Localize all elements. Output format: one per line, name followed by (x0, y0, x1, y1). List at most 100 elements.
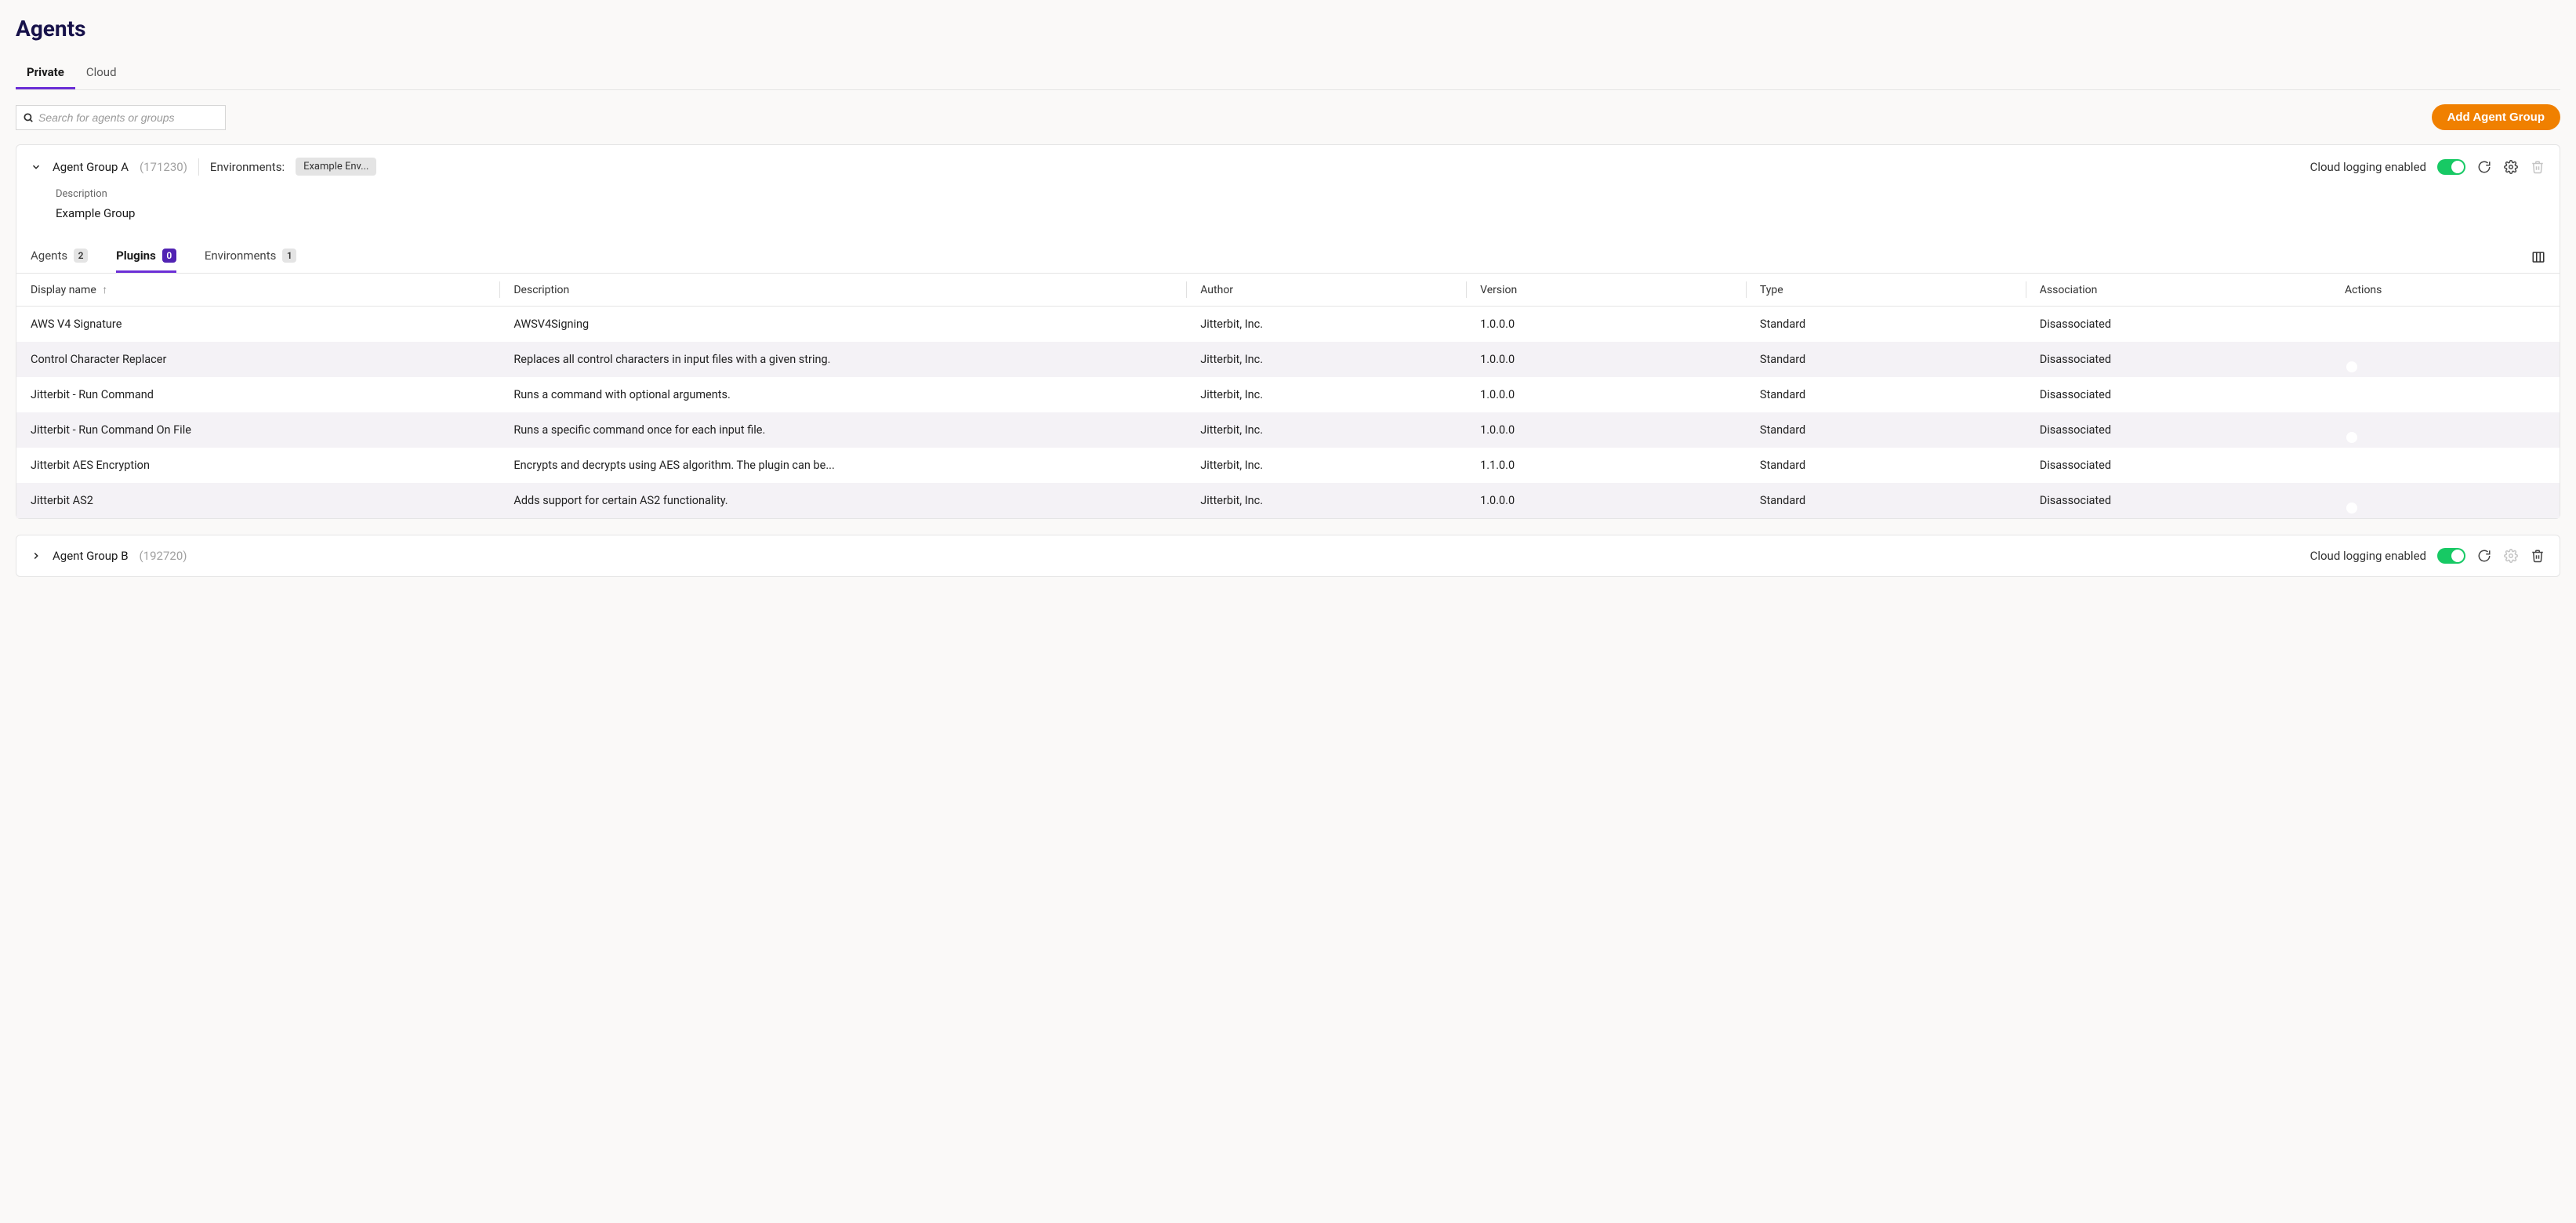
cloud-logging-toggle[interactable] (2437, 548, 2465, 564)
subtab-environments[interactable]: Environments 1 (205, 241, 297, 273)
agent-group-panel-b: Agent Group B (192720) Cloud logging ena… (16, 535, 2560, 577)
trash-icon (2530, 159, 2545, 175)
cell-version: 1.0.0.0 (1466, 307, 1746, 343)
subtab-label: Agents (31, 249, 67, 263)
cell-author: Jitterbit, Inc. (1186, 342, 1466, 377)
count-badge: 2 (74, 249, 88, 263)
cell-association: Disassociated (2026, 307, 2331, 343)
agent-group-name: Agent Group A (53, 160, 129, 174)
cell-display-name: Jitterbit - Run Command On File (16, 412, 499, 448)
page-title: Agents (16, 16, 2560, 42)
search-input[interactable] (38, 111, 219, 124)
plugins-table: Display name ↑ Description Author Versio… (16, 274, 2560, 518)
environment-chip[interactable]: Example Env... (296, 158, 376, 176)
count-badge: 1 (282, 249, 296, 263)
col-association[interactable]: Association (2026, 274, 2331, 307)
cell-actions (2331, 377, 2560, 412)
cell-author: Jitterbit, Inc. (1186, 307, 1466, 343)
cell-type: Standard (1746, 412, 2026, 448)
table-header-row: Display name ↑ Description Author Versio… (16, 274, 2560, 307)
cell-author: Jitterbit, Inc. (1186, 412, 1466, 448)
trash-icon[interactable] (2530, 548, 2545, 564)
search-box[interactable] (16, 105, 226, 130)
tab-private[interactable]: Private (16, 57, 75, 89)
subtab-label: Environments (205, 249, 277, 263)
table-row: Jitterbit - Run CommandRuns a command wi… (16, 377, 2560, 412)
col-type[interactable]: Type (1746, 274, 2026, 307)
gear-icon[interactable] (2503, 159, 2519, 175)
col-version[interactable]: Version (1466, 274, 1746, 307)
agent-group-id: (171230) (140, 160, 187, 174)
agent-group-id: (192720) (140, 549, 187, 563)
cell-association: Disassociated (2026, 448, 2331, 483)
cell-display-name: Jitterbit - Run Command (16, 377, 499, 412)
cell-version: 1.1.0.0 (1466, 448, 1746, 483)
table-row: Jitterbit - Run Command On FileRuns a sp… (16, 412, 2560, 448)
cell-description: Replaces all control characters in input… (499, 342, 1186, 377)
cloud-logging-label: Cloud logging enabled (2310, 160, 2426, 174)
count-badge: 0 (162, 249, 176, 263)
cell-version: 1.0.0.0 (1466, 483, 1746, 518)
cell-display-name: AWS V4 Signature (16, 307, 499, 343)
cell-version: 1.0.0.0 (1466, 412, 1746, 448)
cell-actions (2331, 307, 2560, 343)
table-row: AWS V4 SignatureAWSV4SigningJitterbit, I… (16, 307, 2560, 343)
cell-association: Disassociated (2026, 377, 2331, 412)
cell-description: Runs a command with optional arguments. (499, 377, 1186, 412)
subtab-label: Plugins (116, 249, 156, 263)
cell-actions (2331, 448, 2560, 483)
agent-group-panel-a: Agent Group A (171230) Environments: Exa… (16, 144, 2560, 519)
chevron-right-icon[interactable] (31, 550, 42, 561)
cell-type: Standard (1746, 342, 2026, 377)
col-author[interactable]: Author (1186, 274, 1466, 307)
subtabs: Agents 2 Plugins 0 Environments 1 (16, 241, 2560, 274)
refresh-icon[interactable] (2476, 548, 2492, 564)
divider (198, 158, 199, 176)
table-row: Jitterbit AS2Adds support for certain AS… (16, 483, 2560, 518)
subtab-agents[interactable]: Agents 2 (31, 241, 88, 273)
agent-group-header: Agent Group A (171230) Environments: Exa… (16, 145, 2560, 188)
columns-icon[interactable] (2531, 250, 2545, 264)
agent-group-header: Agent Group B (192720) Cloud logging ena… (16, 535, 2560, 576)
cell-actions (2331, 483, 2560, 518)
cell-description: Adds support for certain AS2 functionali… (499, 483, 1186, 518)
cell-type: Standard (1746, 448, 2026, 483)
cell-description: Runs a specific command once for each in… (499, 412, 1186, 448)
cloud-logging-label: Cloud logging enabled (2310, 549, 2426, 563)
cell-author: Jitterbit, Inc. (1186, 448, 1466, 483)
toolbar: Add Agent Group (16, 104, 2560, 130)
description-value: Example Group (56, 206, 2520, 220)
cell-display-name: Jitterbit AS2 (16, 483, 499, 518)
gear-icon (2503, 548, 2519, 564)
refresh-icon[interactable] (2476, 159, 2492, 175)
chevron-down-icon[interactable] (31, 161, 42, 172)
cell-type: Standard (1746, 483, 2026, 518)
cell-association: Disassociated (2026, 412, 2331, 448)
cell-actions (2331, 412, 2560, 448)
table-row: Control Character ReplacerReplaces all c… (16, 342, 2560, 377)
cell-description: Encrypts and decrypts using AES algorith… (499, 448, 1186, 483)
cell-description: AWSV4Signing (499, 307, 1186, 343)
cloud-logging-toggle[interactable] (2437, 159, 2465, 175)
table-row: Jitterbit AES EncryptionEncrypts and dec… (16, 448, 2560, 483)
cell-actions (2331, 342, 2560, 377)
col-description[interactable]: Description (499, 274, 1186, 307)
cell-type: Standard (1746, 307, 2026, 343)
cell-version: 1.0.0.0 (1466, 342, 1746, 377)
cell-display-name: Control Character Replacer (16, 342, 499, 377)
agent-group-name: Agent Group B (53, 549, 129, 563)
tab-cloud[interactable]: Cloud (75, 57, 128, 89)
top-tabs: Private Cloud (16, 57, 2560, 90)
cell-author: Jitterbit, Inc. (1186, 483, 1466, 518)
cell-display-name: Jitterbit AES Encryption (16, 448, 499, 483)
col-display-name[interactable]: Display name ↑ (16, 274, 499, 307)
description-label: Description (56, 188, 2520, 200)
col-actions: Actions (2331, 274, 2560, 307)
subtab-plugins[interactable]: Plugins 0 (116, 241, 176, 273)
add-agent-group-button[interactable]: Add Agent Group (2432, 104, 2560, 130)
environments-label: Environments: (210, 160, 285, 174)
cell-association: Disassociated (2026, 483, 2331, 518)
cell-type: Standard (1746, 377, 2026, 412)
cell-association: Disassociated (2026, 342, 2331, 377)
group-description: Description Example Group (16, 188, 2560, 241)
